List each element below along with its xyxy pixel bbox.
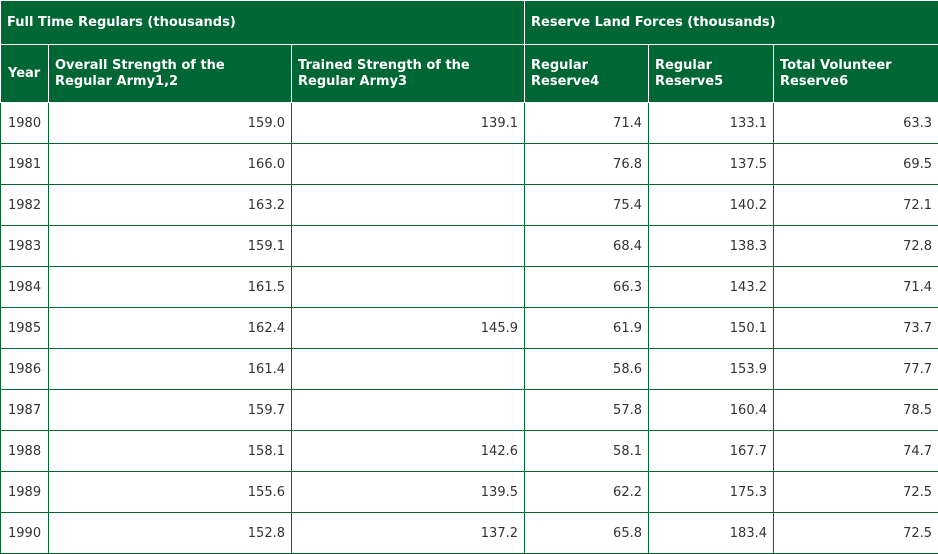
cell-overall-strength: 158.1 xyxy=(49,431,292,472)
cell-total-volunteer-reserve: 72.5 xyxy=(774,472,938,513)
column-header-trained-strength: Trained Strength of the Regular Army3 xyxy=(292,45,525,103)
cell-regular-reserve-4: 71.4 xyxy=(525,103,649,144)
cell-overall-strength: 161.4 xyxy=(49,349,292,390)
cell-regular-reserve-4: 61.9 xyxy=(525,308,649,349)
cell-regular-reserve-4: 57.8 xyxy=(525,390,649,431)
group-header-reserve-land-forces: Reserve Land Forces (thousands) xyxy=(525,1,938,45)
cell-total-volunteer-reserve: 78.5 xyxy=(774,390,938,431)
cell-trained-strength: 142.6 xyxy=(292,431,525,472)
column-header-total-volunteer-reserve: Total Volunteer Reserve6 xyxy=(774,45,938,103)
cell-regular-reserve-4: 75.4 xyxy=(525,185,649,226)
cell-total-volunteer-reserve: 71.4 xyxy=(774,267,938,308)
cell-overall-strength: 163.2 xyxy=(49,185,292,226)
cell-year: 1986 xyxy=(1,349,49,390)
cell-year: 1984 xyxy=(1,267,49,308)
table-row: 1988 158.1 142.6 58.1 167.7 74.7 xyxy=(1,431,938,472)
cell-trained-strength xyxy=(292,185,525,226)
cell-regular-reserve-4: 65.8 xyxy=(525,513,649,554)
cell-overall-strength: 159.7 xyxy=(49,390,292,431)
cell-year: 1989 xyxy=(1,472,49,513)
cell-trained-strength: 139.1 xyxy=(292,103,525,144)
cell-regular-reserve-5: 175.3 xyxy=(649,472,774,513)
group-header-row: Full Time Regulars (thousands) Reserve L… xyxy=(1,1,938,45)
cell-regular-reserve-4: 58.1 xyxy=(525,431,649,472)
column-header-overall-strength: Overall Strength of the Regular Army1,2 xyxy=(49,45,292,103)
cell-overall-strength: 159.1 xyxy=(49,226,292,267)
cell-trained-strength: 145.9 xyxy=(292,308,525,349)
table-body: 1980 159.0 139.1 71.4 133.1 63.3 1981 16… xyxy=(1,103,938,554)
cell-year: 1990 xyxy=(1,513,49,554)
cell-trained-strength xyxy=(292,267,525,308)
cell-year: 1981 xyxy=(1,144,49,185)
table-row: 1980 159.0 139.1 71.4 133.1 63.3 xyxy=(1,103,938,144)
table-row: 1986 161.4 58.6 153.9 77.7 xyxy=(1,349,938,390)
cell-total-volunteer-reserve: 72.8 xyxy=(774,226,938,267)
column-header-row: Year Overall Strength of the Regular Arm… xyxy=(1,45,938,103)
cell-overall-strength: 159.0 xyxy=(49,103,292,144)
column-header-year: Year xyxy=(1,45,49,103)
table-row: 1984 161.5 66.3 143.2 71.4 xyxy=(1,267,938,308)
cell-year: 1980 xyxy=(1,103,49,144)
cell-regular-reserve-5: 138.3 xyxy=(649,226,774,267)
cell-overall-strength: 162.4 xyxy=(49,308,292,349)
cell-overall-strength: 166.0 xyxy=(49,144,292,185)
column-header-regular-reserve-4: Regular Reserve4 xyxy=(525,45,649,103)
cell-regular-reserve-5: 183.4 xyxy=(649,513,774,554)
cell-total-volunteer-reserve: 63.3 xyxy=(774,103,938,144)
cell-year: 1985 xyxy=(1,308,49,349)
table-row: 1983 159.1 68.4 138.3 72.8 xyxy=(1,226,938,267)
cell-total-volunteer-reserve: 69.5 xyxy=(774,144,938,185)
cell-year: 1988 xyxy=(1,431,49,472)
cell-trained-strength: 137.2 xyxy=(292,513,525,554)
table-row: 1987 159.7 57.8 160.4 78.5 xyxy=(1,390,938,431)
group-header-full-time-regulars: Full Time Regulars (thousands) xyxy=(1,1,525,45)
cell-overall-strength: 155.6 xyxy=(49,472,292,513)
cell-total-volunteer-reserve: 77.7 xyxy=(774,349,938,390)
table-row: 1985 162.4 145.9 61.9 150.1 73.7 xyxy=(1,308,938,349)
table-row: 1990 152.8 137.2 65.8 183.4 72.5 xyxy=(1,513,938,554)
cell-year: 1982 xyxy=(1,185,49,226)
cell-year: 1987 xyxy=(1,390,49,431)
cell-regular-reserve-5: 150.1 xyxy=(649,308,774,349)
cell-regular-reserve-5: 167.7 xyxy=(649,431,774,472)
cell-overall-strength: 161.5 xyxy=(49,267,292,308)
cell-total-volunteer-reserve: 72.5 xyxy=(774,513,938,554)
cell-total-volunteer-reserve: 73.7 xyxy=(774,308,938,349)
cell-trained-strength xyxy=(292,226,525,267)
cell-regular-reserve-4: 76.8 xyxy=(525,144,649,185)
table-header: Full Time Regulars (thousands) Reserve L… xyxy=(1,1,938,103)
cell-trained-strength xyxy=(292,144,525,185)
army-strength-table: Full Time Regulars (thousands) Reserve L… xyxy=(0,0,938,554)
cell-regular-reserve-5: 140.2 xyxy=(649,185,774,226)
cell-regular-reserve-5: 143.2 xyxy=(649,267,774,308)
cell-trained-strength xyxy=(292,390,525,431)
cell-regular-reserve-5: 153.9 xyxy=(649,349,774,390)
cell-overall-strength: 152.8 xyxy=(49,513,292,554)
cell-regular-reserve-4: 62.2 xyxy=(525,472,649,513)
cell-trained-strength xyxy=(292,349,525,390)
cell-regular-reserve-4: 66.3 xyxy=(525,267,649,308)
table-row: 1982 163.2 75.4 140.2 72.1 xyxy=(1,185,938,226)
cell-total-volunteer-reserve: 72.1 xyxy=(774,185,938,226)
table-row: 1981 166.0 76.8 137.5 69.5 xyxy=(1,144,938,185)
cell-trained-strength: 139.5 xyxy=(292,472,525,513)
cell-regular-reserve-5: 137.5 xyxy=(649,144,774,185)
cell-regular-reserve-4: 68.4 xyxy=(525,226,649,267)
table-row: 1989 155.6 139.5 62.2 175.3 72.5 xyxy=(1,472,938,513)
column-header-regular-reserve-5: Regular Reserve5 xyxy=(649,45,774,103)
cell-total-volunteer-reserve: 74.7 xyxy=(774,431,938,472)
cell-regular-reserve-5: 160.4 xyxy=(649,390,774,431)
cell-regular-reserve-4: 58.6 xyxy=(525,349,649,390)
cell-regular-reserve-5: 133.1 xyxy=(649,103,774,144)
cell-year: 1983 xyxy=(1,226,49,267)
